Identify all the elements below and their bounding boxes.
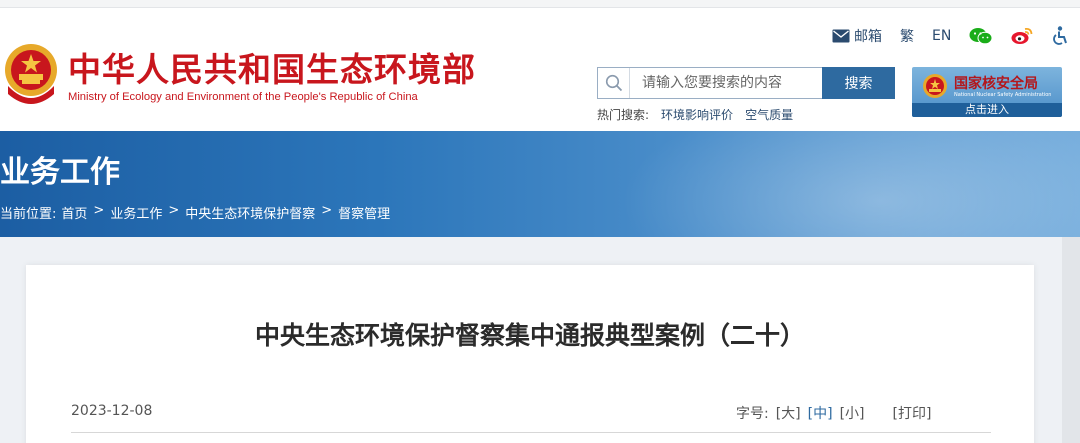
page-gutter	[1062, 237, 1080, 443]
mail-link[interactable]: 邮箱	[832, 26, 882, 46]
weibo-link[interactable]	[1011, 27, 1033, 45]
hot-search-item[interactable]: 环境影响评价	[661, 106, 733, 123]
mail-label: 邮箱	[854, 29, 882, 45]
breadcrumb-management[interactable]: 督察管理	[338, 203, 390, 222]
nnsa-enter-label: 点击进入	[912, 103, 1062, 117]
weibo-icon	[1011, 27, 1033, 44]
section-title: 业务工作	[0, 155, 120, 190]
traditional-chinese-link[interactable]: 繁	[900, 26, 914, 46]
site-title-english: Ministry of Ecology and Environment of t…	[68, 91, 418, 103]
top-links: 邮箱 繁 EN	[832, 26, 1069, 46]
breadcrumb-separator: >	[168, 203, 180, 218]
site-header: 中华人民共和国生态环境部 Ministry of Ecology and Env…	[0, 8, 1080, 131]
wechat-icon	[969, 28, 993, 45]
nnsa-emblem-icon	[923, 74, 947, 98]
browser-strip	[0, 0, 1080, 8]
font-size-medium[interactable]: [中]	[808, 403, 833, 423]
breadcrumb-separator: >	[321, 203, 333, 218]
hot-search-item[interactable]: 空气质量	[745, 106, 793, 123]
font-size-label: 字号:	[736, 406, 769, 422]
breadcrumb-inspection[interactable]: 中央生态环境保护督察	[185, 203, 315, 222]
search-icon[interactable]	[598, 68, 630, 98]
nnsa-banner-link[interactable]: 国家核安全局 National Nuclear Safety Administr…	[912, 67, 1062, 117]
hot-search-label: 热门搜索:	[597, 108, 650, 122]
wechat-link[interactable]	[969, 27, 993, 45]
accessibility-icon	[1053, 26, 1068, 45]
search-input[interactable]	[642, 69, 822, 97]
breadcrumb: 当前位置: 首页 > 业务工作 > 中央生态环境保护督察 > 督察管理	[0, 203, 390, 222]
english-link[interactable]: EN	[932, 28, 951, 44]
breadcrumb-label: 当前位置:	[0, 207, 57, 222]
banner-glow	[620, 131, 1080, 237]
hot-search: 热门搜索: 环境影响评价 空气质量	[597, 106, 793, 123]
breadcrumb-business[interactable]: 业务工作	[110, 203, 162, 222]
search-box	[597, 67, 822, 99]
site-title[interactable]: 中华人民共和国生态环境部	[68, 51, 476, 89]
font-size-large[interactable]: [大]	[776, 403, 801, 423]
breadcrumb-home[interactable]: 首页	[61, 203, 87, 222]
section-banner: 业务工作 当前位置: 首页 > 业务工作 > 中央生态环境保护督察 > 督察管理	[0, 131, 1080, 237]
search-button[interactable]: 搜索	[822, 67, 895, 99]
article-tools: 字号: [大] [中] [小] [打印]	[736, 403, 931, 423]
publish-date: 2023-12-08	[71, 403, 153, 419]
breadcrumb-separator: >	[93, 203, 105, 218]
nnsa-name-english: National Nuclear Safety Administration	[954, 92, 1052, 98]
nnsa-name: 国家核安全局	[954, 76, 1038, 92]
meta-divider	[71, 432, 991, 433]
mail-icon	[832, 29, 850, 43]
font-size-small[interactable]: [小]	[840, 403, 865, 423]
article-card: 中央生态环境保护督察集中通报典型案例（二十） 2023-12-08 字号: [大…	[26, 265, 1034, 443]
print-button[interactable]: [打印]	[893, 403, 932, 423]
accessibility-link[interactable]	[1051, 26, 1069, 46]
national-emblem-icon	[5, 44, 57, 104]
article-title: 中央生态环境保护督察集中通报典型案例（二十）	[254, 321, 805, 350]
